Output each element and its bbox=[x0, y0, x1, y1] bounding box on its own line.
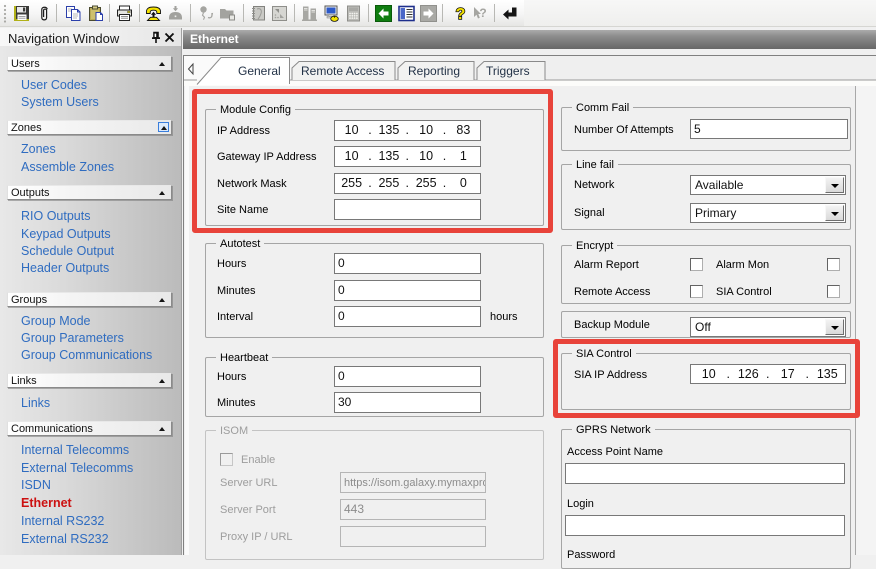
svg-text:?: ? bbox=[479, 6, 486, 20]
svg-text:?: ? bbox=[456, 6, 466, 22]
